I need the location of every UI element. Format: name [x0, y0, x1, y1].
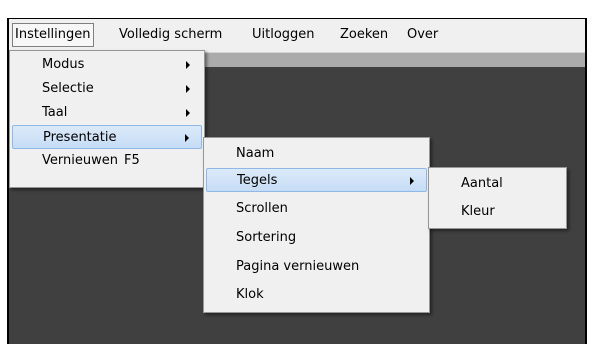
- menu-uitloggen[interactable]: Uitloggen: [249, 24, 318, 46]
- menu-item-pagina-vernieuwen[interactable]: Pagina vernieuwen: [206, 255, 427, 279]
- tegels-submenu: Aantal Kleur: [428, 167, 567, 229]
- submenu-arrow-icon: [186, 61, 190, 69]
- menu-over[interactable]: Over: [404, 24, 441, 46]
- page: { "menubar": { "items": [ {"label": "Ins…: [0, 0, 593, 344]
- menu-item-shortcut: F5: [124, 153, 140, 168]
- menu-item-label: Vernieuwen: [42, 153, 118, 168]
- menu-item-modus[interactable]: Modus: [12, 53, 202, 77]
- menu-item-aantal[interactable]: Aantal: [431, 172, 564, 196]
- submenu-arrow-icon: [186, 85, 190, 93]
- menu-item-tegels[interactable]: Tegels: [206, 168, 427, 192]
- menu-item-label: Kleur: [461, 204, 495, 219]
- menu-item-label: Aantal: [461, 176, 503, 191]
- menu-item-taal[interactable]: Taal: [12, 101, 202, 125]
- menu-item-label: Presentatie: [43, 130, 117, 145]
- menu-item-vernieuwen[interactable]: Vernieuwen F5: [12, 149, 202, 173]
- menu-item-label: Selectie: [42, 81, 94, 96]
- submenu-arrow-icon: [186, 109, 190, 117]
- menu-item-label: Modus: [42, 57, 85, 72]
- presentatie-submenu: Naam Tegels Scrollen Sortering Pagina ve…: [203, 137, 430, 313]
- menu-item-presentatie[interactable]: Presentatie: [12, 125, 202, 149]
- menu-bar: Instellingen Volledig scherm Uitloggen Z…: [9, 19, 585, 53]
- menu-item-label: Taal: [42, 105, 68, 120]
- menu-item-kleur[interactable]: Kleur: [431, 200, 564, 224]
- menu-item-label: Klok: [236, 287, 264, 302]
- menu-item-klok[interactable]: Klok: [206, 283, 427, 307]
- menu-item-label: Naam: [236, 146, 275, 161]
- menu-instellingen[interactable]: Instellingen: [12, 23, 94, 47]
- menu-item-label: Tegels: [237, 173, 278, 188]
- menu-item-sortering[interactable]: Sortering: [206, 226, 427, 250]
- menu-item-label: Scrollen: [236, 201, 288, 216]
- submenu-arrow-icon: [185, 134, 189, 142]
- menu-zoeken[interactable]: Zoeken: [337, 24, 391, 46]
- menu-item-scrollen[interactable]: Scrollen: [206, 197, 427, 221]
- menu-item-label: Pagina vernieuwen: [236, 259, 360, 274]
- menu-item-naam[interactable]: Naam: [206, 142, 427, 166]
- menu-volledig-scherm[interactable]: Volledig scherm: [116, 24, 225, 46]
- submenu-arrow-icon: [410, 177, 414, 185]
- menu-item-label: Sortering: [236, 230, 297, 245]
- menu-item-selectie[interactable]: Selectie: [12, 77, 202, 101]
- instellingen-dropdown: Modus Selectie Taal Presentatie Vernieuw…: [9, 50, 205, 188]
